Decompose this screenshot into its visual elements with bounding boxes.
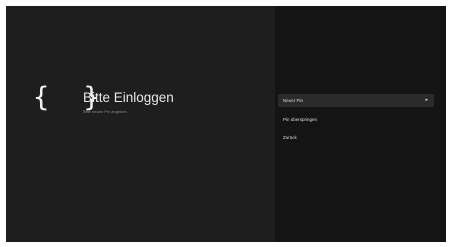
login-panel: { } Bitte Einloggen Bitte neuen Pin ange…	[6, 6, 275, 242]
menu-item-label: Zurück	[283, 135, 297, 140]
menu-item-label: Neuer Pin	[283, 98, 304, 103]
menu-item-label: Pin überspringen	[283, 117, 318, 122]
menu-item-new-pin[interactable]: Neuer Pin ▸	[278, 94, 434, 107]
menu-item-back[interactable]: Zurück	[278, 131, 434, 144]
menu-item-skip-pin[interactable]: Pin überspringen	[278, 113, 434, 126]
chevron-right-icon: ▸	[425, 97, 428, 103]
page-title: Bitte Einloggen	[83, 90, 174, 105]
page-subtitle: Bitte neuen Pin angeben	[83, 109, 127, 114]
